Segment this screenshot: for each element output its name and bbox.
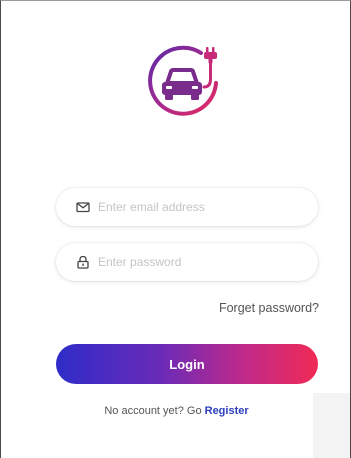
- background-shade: [313, 393, 350, 458]
- login-button[interactable]: Login: [56, 344, 318, 384]
- forgot-password-link[interactable]: Forget password?: [219, 301, 319, 315]
- email-input[interactable]: [98, 188, 303, 226]
- email-field[interactable]: [56, 188, 318, 226]
- envelope-icon: [76, 202, 90, 213]
- password-field[interactable]: [56, 243, 318, 281]
- password-input[interactable]: [98, 243, 303, 281]
- ev-charging-logo-icon: [148, 45, 218, 116]
- login-screen: Forget password? Login No account yet? G…: [0, 0, 351, 458]
- register-prompt: No account yet? Go Register: [1, 405, 350, 417]
- register-link[interactable]: Register: [205, 405, 249, 417]
- register-prompt-text: No account yet? Go: [104, 405, 205, 417]
- lock-icon: [77, 255, 89, 269]
